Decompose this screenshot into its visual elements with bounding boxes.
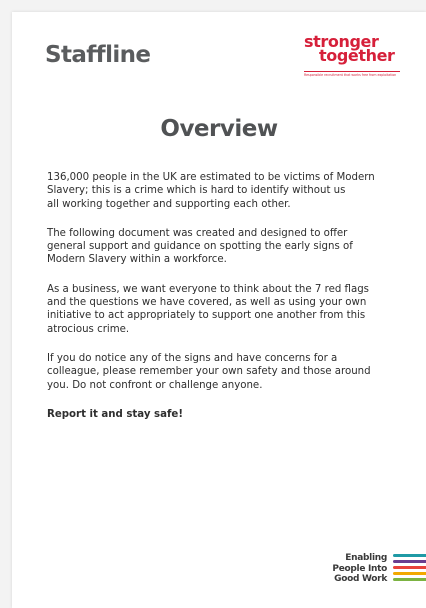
eipgw-logo-line2: People Into bbox=[332, 563, 387, 574]
stronger-together-logo-line2: together bbox=[319, 46, 395, 65]
page-title: Overview bbox=[160, 116, 278, 142]
stronger-together-tagline: Responsible recruitment that works free … bbox=[304, 71, 400, 77]
overview-body: 136,000 people in the UK are estimated t… bbox=[47, 171, 403, 437]
eipgw-stripe bbox=[393, 566, 426, 569]
eipgw-stripe bbox=[393, 560, 426, 563]
enabling-people-into-good-work-logo: Enabling People Into Good Work bbox=[312, 553, 426, 593]
staffline-logo: Staffline bbox=[45, 42, 151, 68]
paragraph-safety-advice: If you do notice any of the signs and ha… bbox=[47, 352, 371, 391]
eipgw-stripe bbox=[393, 554, 426, 557]
eipgw-stripe bbox=[393, 578, 426, 581]
eipgw-logo-text: Enabling People Into Good Work bbox=[332, 553, 387, 585]
eipgw-stripes bbox=[393, 554, 426, 584]
paragraph-document-purpose: The following document was created and d… bbox=[47, 227, 353, 266]
eipgw-logo-line1: Enabling bbox=[345, 553, 387, 563]
paragraph-victims-estimate: 136,000 people in the UK are estimated t… bbox=[47, 172, 375, 210]
stronger-together-logo: stronger together Responsible recruitmen… bbox=[304, 32, 404, 78]
paragraph-red-flags: As a business, we want everyone to think… bbox=[47, 283, 369, 335]
document-page: Staffline stronger together Responsible … bbox=[12, 12, 426, 608]
eipgw-stripe bbox=[393, 572, 426, 575]
paragraph-report-it: Report it and stay safe! bbox=[47, 408, 183, 420]
eipgw-logo-line3: Good Work bbox=[334, 574, 387, 585]
